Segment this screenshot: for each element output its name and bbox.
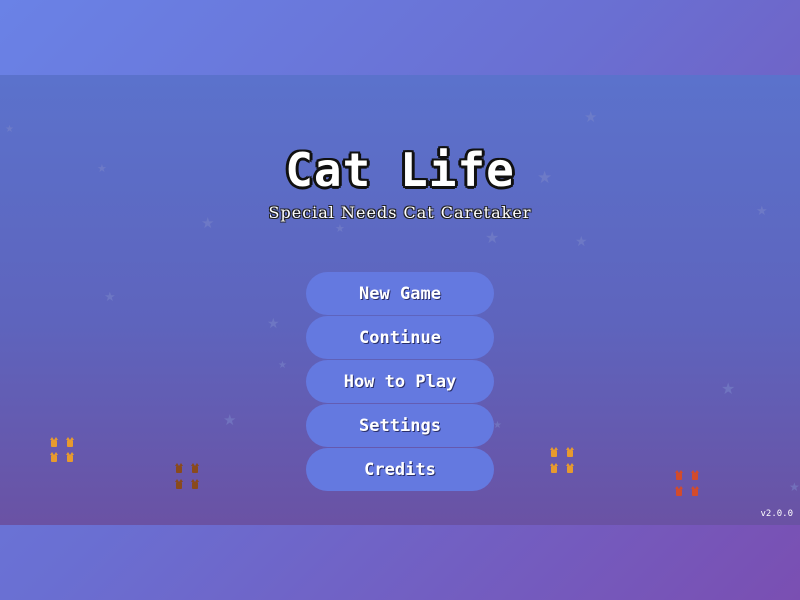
new-game-button[interactable]: New Game <box>306 272 494 315</box>
star-icon: ★ <box>485 228 500 247</box>
cat-sprite-icon <box>175 463 183 473</box>
star-icon: ★ <box>575 234 588 250</box>
star-icon: ★ <box>104 290 116 305</box>
cat-sprite-group <box>675 470 700 498</box>
version-label: v2.0.0 <box>760 509 793 519</box>
settings-button[interactable]: Settings <box>306 404 494 447</box>
cat-sprite-icon <box>675 486 683 496</box>
cat-sprite-icon <box>550 447 558 457</box>
main-menu: New Game Continue How to Play Settings C… <box>306 272 494 492</box>
star-icon: ★ <box>721 379 736 398</box>
cat-sprite-icon <box>191 479 199 489</box>
cat-sprite-icon <box>675 470 683 480</box>
credits-button[interactable]: Credits <box>306 448 494 491</box>
game-subtitle: Special Needs Cat Caretaker <box>268 203 532 222</box>
cat-sprite-group <box>550 447 575 475</box>
cat-sprite-icon <box>566 447 574 457</box>
cat-sprite-icon <box>691 470 699 480</box>
cat-sprite-icon <box>50 452 58 462</box>
game-title: Cat Life <box>285 143 515 197</box>
star-icon: ★ <box>493 420 502 431</box>
game-screen: ★ ★ ★ ★ ★ ★ ★ ★ ★ ★ ★ ★ ★ ★ ★ ★ Cat Life… <box>0 75 800 525</box>
star-icon: ★ <box>584 108 598 126</box>
star-icon: ★ <box>267 316 280 332</box>
cat-sprite-icon <box>550 463 558 473</box>
cat-sprite-group <box>175 463 200 491</box>
cat-sprite-icon <box>691 486 699 496</box>
cat-sprite-icon <box>66 452 74 462</box>
star-icon: ★ <box>223 411 237 429</box>
cat-sprite-icon <box>175 479 183 489</box>
star-icon: ★ <box>335 222 345 235</box>
cat-sprite-icon <box>191 463 199 473</box>
how-to-play-button[interactable]: How to Play <box>306 360 494 403</box>
continue-button[interactable]: Continue <box>306 316 494 359</box>
cat-sprite-icon <box>66 437 74 447</box>
cat-sprite-icon <box>566 463 574 473</box>
star-icon: ★ <box>5 124 14 135</box>
star-icon: ★ <box>278 360 287 371</box>
cat-sprite-group <box>50 437 75 463</box>
star-icon: ★ <box>789 480 800 494</box>
cat-sprite-icon <box>50 437 58 447</box>
